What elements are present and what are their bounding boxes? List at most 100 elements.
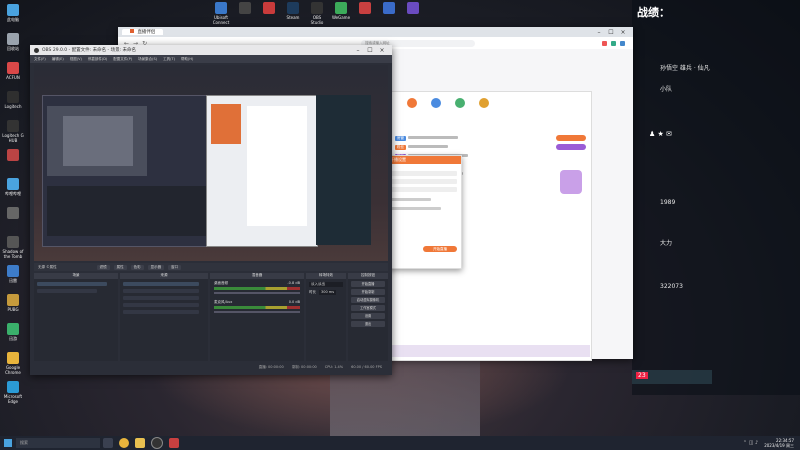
extension-icon[interactable]	[602, 40, 607, 46]
obs-titlebar: OBS 29.0.0 - 配置文件: 未命名 - 场景: 未命名 – ☐ ×	[30, 45, 392, 55]
transition-select[interactable]: 淡入淡出	[309, 282, 343, 287]
desktop-icon[interactable]	[234, 2, 256, 15]
app-tag-button[interactable]	[556, 144, 586, 150]
desktop-icon[interactable]: 迅雷	[2, 265, 24, 283]
desktop-icon[interactable]: ACFUN	[2, 62, 24, 80]
dock-title: 场景	[34, 273, 118, 279]
desktop-icon[interactable]: Logitech G HUB	[2, 120, 24, 143]
source-item[interactable]	[123, 289, 199, 293]
maximize-icon[interactable]: ☐	[605, 29, 617, 36]
user-icon: ♟ ★ ✉	[649, 130, 672, 138]
obs-control-button[interactable]: 工作室模式	[351, 305, 385, 311]
desktop-icon[interactable]: Steam	[282, 2, 304, 20]
app-taskbar-icon[interactable]	[169, 438, 179, 448]
scene-item[interactable]	[37, 282, 107, 286]
desktop-icon[interactable]: 回收站	[2, 33, 24, 51]
obs-menu-item[interactable]: 帮助(H)	[181, 57, 193, 62]
obs-toolbar-button[interactable]: 色彩	[130, 264, 144, 270]
obs-control-button[interactable]: 启动虚拟摄像机	[351, 297, 385, 303]
obs-control-button[interactable]: 开始直播	[351, 281, 385, 287]
source-item[interactable]	[123, 303, 199, 307]
desktop-icon-label: PUBG	[7, 307, 19, 312]
obs-control-button[interactable]: 退出	[351, 321, 385, 327]
obs-control-button[interactable]: 设置	[351, 313, 385, 319]
desktop-icon[interactable]: WeGame	[330, 2, 352, 20]
desktop-icon[interactable]: 此电脑	[2, 4, 24, 22]
desktop-icon[interactable]: Logitech	[2, 91, 24, 109]
source-item[interactable]	[123, 282, 199, 286]
desktop-icon[interactable]	[258, 2, 280, 15]
obs-taskbar-icon[interactable]	[151, 437, 163, 449]
dock-title: 转场特效	[306, 273, 346, 279]
extension-icon[interactable]	[611, 40, 616, 46]
obs-toolbar-button[interactable]: 滤镜	[96, 264, 110, 270]
chrome-icon[interactable]	[119, 438, 129, 448]
extension-icon[interactable]	[620, 40, 625, 46]
app-icon	[7, 178, 19, 190]
obs-preview	[34, 65, 388, 261]
minimize-icon[interactable]: –	[593, 29, 605, 36]
desktop-icon[interactable]	[378, 2, 400, 15]
dialog-header: 开播设置	[387, 156, 461, 164]
obs-control-button[interactable]: 开始录制	[351, 289, 385, 295]
source-item[interactable]	[123, 310, 199, 314]
desktop-icon-label: 回收站	[7, 46, 19, 51]
preview-nested-stream	[316, 95, 371, 245]
volume-slider[interactable]	[214, 311, 300, 313]
obs-menu-item[interactable]: 工具(T)	[163, 57, 175, 62]
desktop-icon[interactable]	[402, 2, 424, 15]
taskbar-search[interactable]: 搜索	[16, 438, 100, 448]
desktop-icon[interactable]: OBS Studio	[306, 2, 328, 25]
taskbar: 搜索 ⌃ ◫ ♪ 22:34:57 2023/4/19 周三	[0, 436, 800, 450]
maximize-icon[interactable]: ☐	[364, 47, 376, 54]
obs-menu-item[interactable]: 视图(V)	[70, 57, 82, 62]
browser-tab-bar: 直播伴侣 – ☐ ×	[118, 27, 633, 37]
start-icon[interactable]	[4, 439, 12, 447]
app-icon	[359, 2, 371, 14]
dialog-start-button[interactable]: 开始直播	[423, 246, 457, 252]
tray-icon[interactable]: ⌃ ◫ ♪	[743, 440, 758, 446]
desktop-icon[interactable]	[2, 149, 24, 162]
desktop-icon-label: ACFUN	[6, 75, 20, 80]
app-nav-icon[interactable]	[455, 98, 465, 108]
obs-source-header: 无源 ©属性 滤镜 属性 色彩 显示器 窗口	[34, 263, 388, 271]
desktop-icon[interactable]: Microsoft Edge	[2, 381, 24, 404]
obs-window[interactable]: OBS 29.0.0 - 配置文件: 未命名 - 场景: 未命名 – ☐ × 文…	[30, 45, 392, 375]
app-icon	[7, 381, 19, 393]
source-item[interactable]	[123, 296, 199, 300]
obs-menu-item[interactable]: 配置文件(P)	[113, 57, 132, 62]
obs-toolbar-button[interactable]: 窗口	[168, 264, 182, 270]
explorer-icon[interactable]	[135, 438, 145, 448]
task-view-icon[interactable]	[103, 438, 113, 448]
obs-toolbar-button[interactable]: 显示器	[147, 264, 165, 270]
desktop-icon[interactable]	[2, 207, 24, 220]
volume-meter	[214, 287, 300, 290]
obs-menu-item[interactable]: 停靠部件(D)	[88, 57, 107, 62]
browser-tab[interactable]: 直播伴侣	[122, 29, 164, 35]
minimize-icon[interactable]: –	[352, 47, 364, 54]
app-nav-icon[interactable]	[431, 98, 441, 108]
obs-toolbar-button[interactable]: 属性	[113, 264, 127, 270]
obs-menu-item[interactable]: 文件(F)	[34, 57, 46, 62]
volume-slider[interactable]	[214, 292, 300, 294]
obs-menu-item[interactable]: 场景集合(S)	[138, 57, 157, 62]
desktop-icon[interactable]: Shadow of the Tomb	[2, 236, 24, 259]
desktop-icon[interactable]	[354, 2, 376, 15]
app-tag-button[interactable]	[556, 135, 586, 141]
preview-nested-obs	[42, 95, 214, 247]
duration-input[interactable]: 300 ms	[319, 290, 337, 295]
obs-menu-item[interactable]: 编辑(E)	[52, 57, 64, 62]
clock[interactable]: 22:34:57 2023/4/19 周三	[764, 438, 794, 448]
overlay-chat-line: 孙悟空 雄兵 · 仙凡	[660, 65, 710, 72]
desktop-icon[interactable]: PUBG	[2, 294, 24, 312]
app-icon	[311, 2, 323, 14]
desktop-icon[interactable]: Ubisoft Connect	[210, 2, 232, 25]
scene-item[interactable]	[37, 289, 97, 293]
desktop-icon[interactable]: Google Chrome	[2, 352, 24, 375]
close-icon[interactable]: ×	[376, 47, 388, 54]
app-nav-icon[interactable]	[407, 98, 417, 108]
desktop-icon[interactable]: 哔哩哔哩	[2, 178, 24, 196]
app-nav-icon[interactable]	[479, 98, 489, 108]
close-icon[interactable]: ×	[617, 29, 629, 36]
desktop-icon[interactable]: 迅游	[2, 323, 24, 341]
